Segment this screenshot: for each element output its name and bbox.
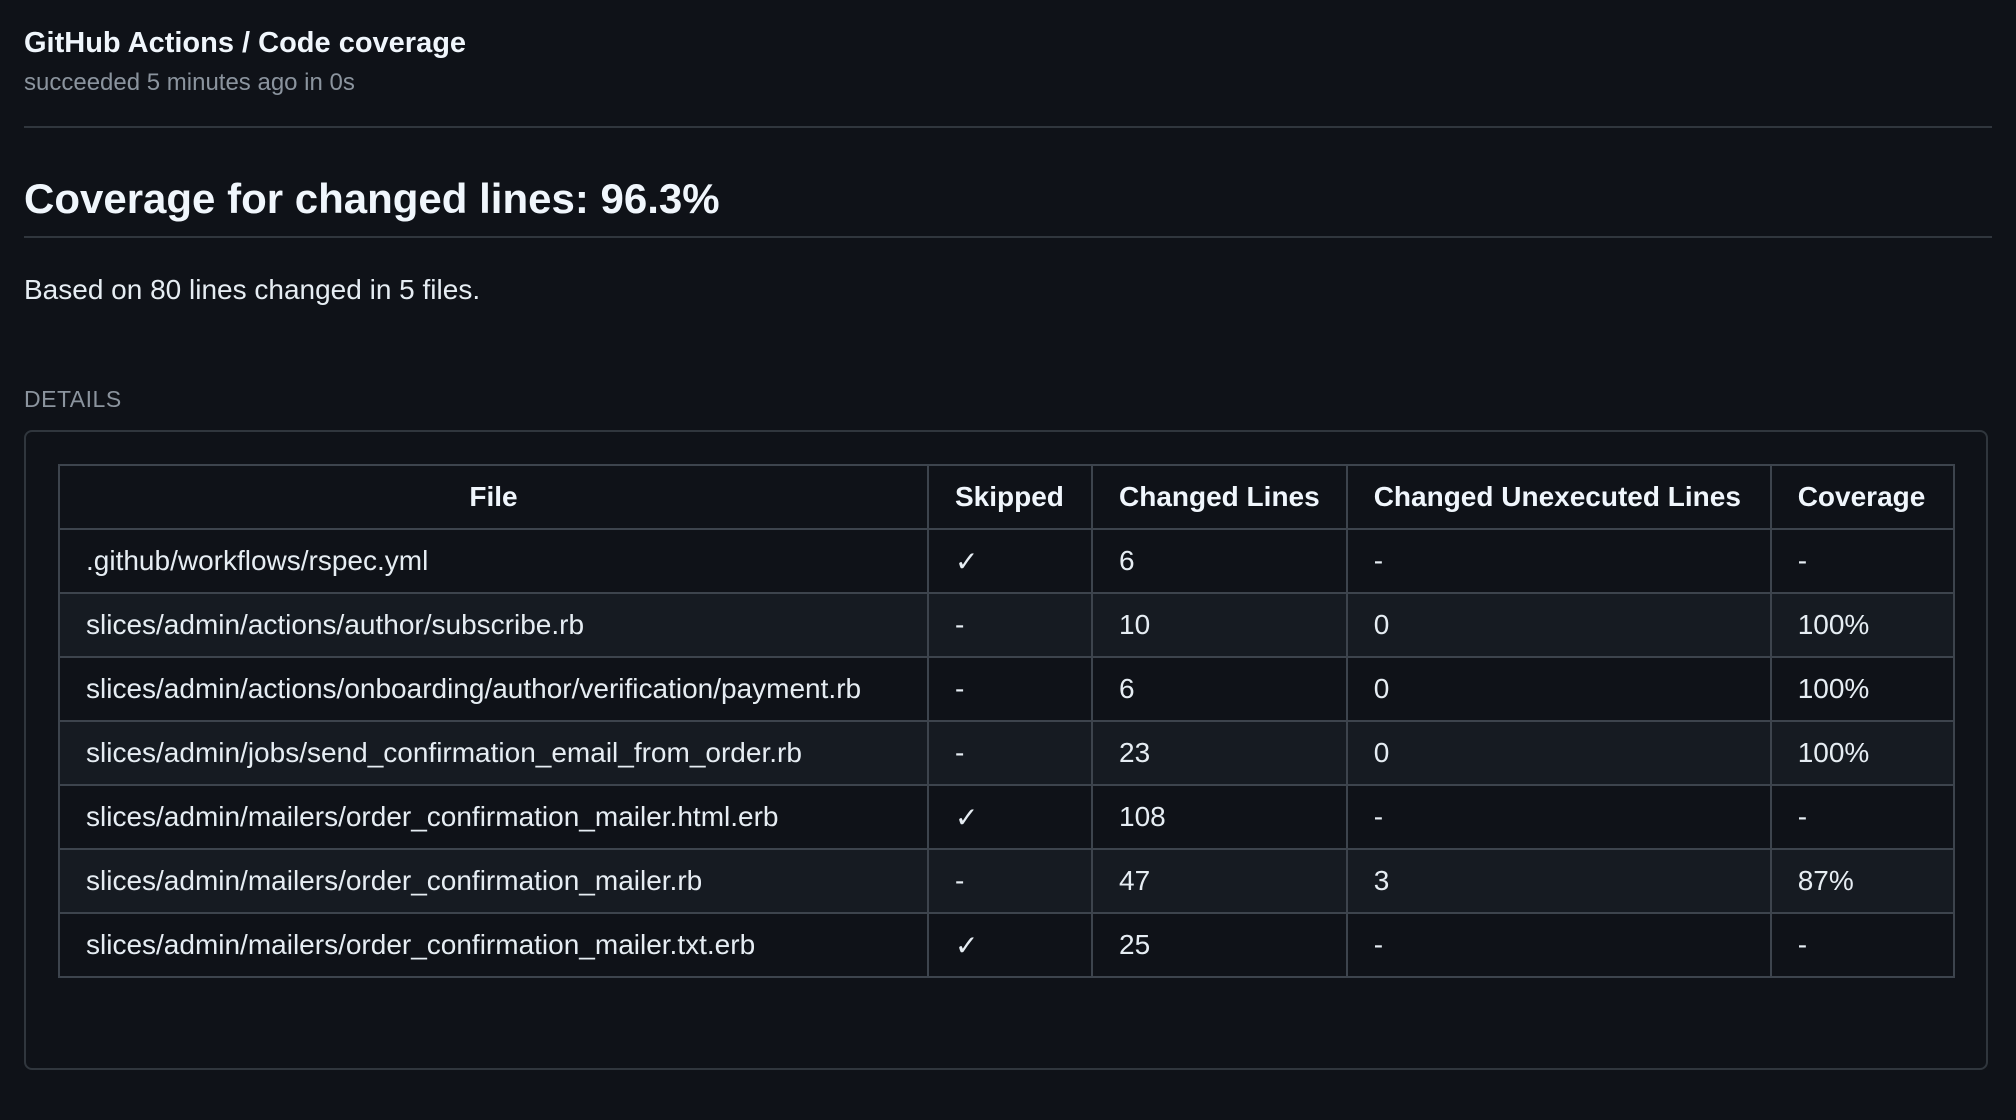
- table-row: .github/workflows/rspec.yml ✓ 6 - -: [58, 528, 1955, 594]
- file-cell: .github/workflows/rspec.yml: [58, 528, 929, 594]
- details-panel: File Skipped Changed Lines Changed Unexe…: [24, 430, 1988, 1070]
- unexecuted-lines-cell: 0: [1345, 656, 1772, 722]
- coverage-summary-heading: Coverage for changed lines: 96.3%: [24, 128, 1992, 238]
- file-cell: slices/admin/mailers/order_confirmation_…: [58, 784, 929, 850]
- unexecuted-lines-cell: -: [1345, 784, 1772, 850]
- details-label: DETAILS: [24, 386, 122, 412]
- check-title: GitHub Actions / Code coverage: [24, 27, 467, 59]
- skipped-cell: ✓: [927, 784, 1093, 850]
- table-row: slices/admin/mailers/order_confirmation_…: [58, 848, 1955, 914]
- column-header-file: File: [58, 464, 929, 530]
- coverage-cell: 87%: [1769, 848, 1955, 914]
- skipped-cell: -: [927, 720, 1093, 786]
- changed-lines-cell: 6: [1091, 528, 1348, 594]
- table-row: slices/admin/mailers/order_confirmation_…: [58, 912, 1955, 978]
- file-cell: slices/admin/mailers/order_confirmation_…: [58, 912, 929, 978]
- file-cell: slices/admin/jobs/send_confirmation_emai…: [58, 720, 929, 786]
- coverage-cell: -: [1769, 528, 1955, 594]
- table-row: slices/admin/mailers/order_confirmation_…: [58, 784, 1955, 850]
- unexecuted-lines-cell: 3: [1345, 848, 1772, 914]
- check-status-text: succeeded 5 minutes ago in 0s: [24, 69, 355, 96]
- changed-lines-cell: 10: [1091, 592, 1348, 658]
- coverage-cell: 100%: [1769, 656, 1955, 722]
- table-header-row: File Skipped Changed Lines Changed Unexe…: [58, 464, 1955, 530]
- unexecuted-lines-cell: 0: [1345, 720, 1772, 786]
- coverage-cell: 100%: [1769, 592, 1955, 658]
- changed-lines-cell: 23: [1091, 720, 1348, 786]
- unexecuted-lines-cell: -: [1345, 912, 1772, 978]
- coverage-cell: 100%: [1769, 720, 1955, 786]
- column-header-changed-lines: Changed Lines: [1091, 464, 1348, 530]
- unexecuted-lines-cell: 0: [1345, 592, 1772, 658]
- table-row: slices/admin/actions/onboarding/author/v…: [58, 656, 1955, 722]
- skipped-cell: -: [927, 592, 1093, 658]
- unexecuted-lines-cell: -: [1345, 528, 1772, 594]
- changed-lines-cell: 47: [1091, 848, 1348, 914]
- file-cell: slices/admin/actions/onboarding/author/v…: [58, 656, 929, 722]
- changed-lines-cell: 108: [1091, 784, 1348, 850]
- table-row: slices/admin/actions/author/subscribe.rb…: [58, 592, 1955, 658]
- skipped-cell: -: [927, 848, 1093, 914]
- changed-lines-cell: 6: [1091, 656, 1348, 722]
- table-row: slices/admin/jobs/send_confirmation_emai…: [58, 720, 1955, 786]
- check-run-page: GitHub Actions / Code coverage succeeded…: [24, 24, 1992, 1070]
- skipped-cell: ✓: [927, 528, 1093, 594]
- column-header-changed-unexecuted-lines: Changed Unexecuted Lines: [1345, 464, 1772, 530]
- coverage-cell: -: [1769, 912, 1955, 978]
- file-cell: slices/admin/mailers/order_confirmation_…: [58, 848, 929, 914]
- coverage-table: File Skipped Changed Lines Changed Unexe…: [58, 464, 1955, 978]
- coverage-cell: -: [1769, 784, 1955, 850]
- column-header-coverage: Coverage: [1769, 464, 1955, 530]
- skipped-cell: ✓: [927, 912, 1093, 978]
- file-cell: slices/admin/actions/author/subscribe.rb: [58, 592, 929, 658]
- column-header-skipped: Skipped: [927, 464, 1093, 530]
- skipped-cell: -: [927, 656, 1093, 722]
- coverage-summary-text: Based on 80 lines changed in 5 files.: [24, 274, 481, 305]
- changed-lines-cell: 25: [1091, 912, 1348, 978]
